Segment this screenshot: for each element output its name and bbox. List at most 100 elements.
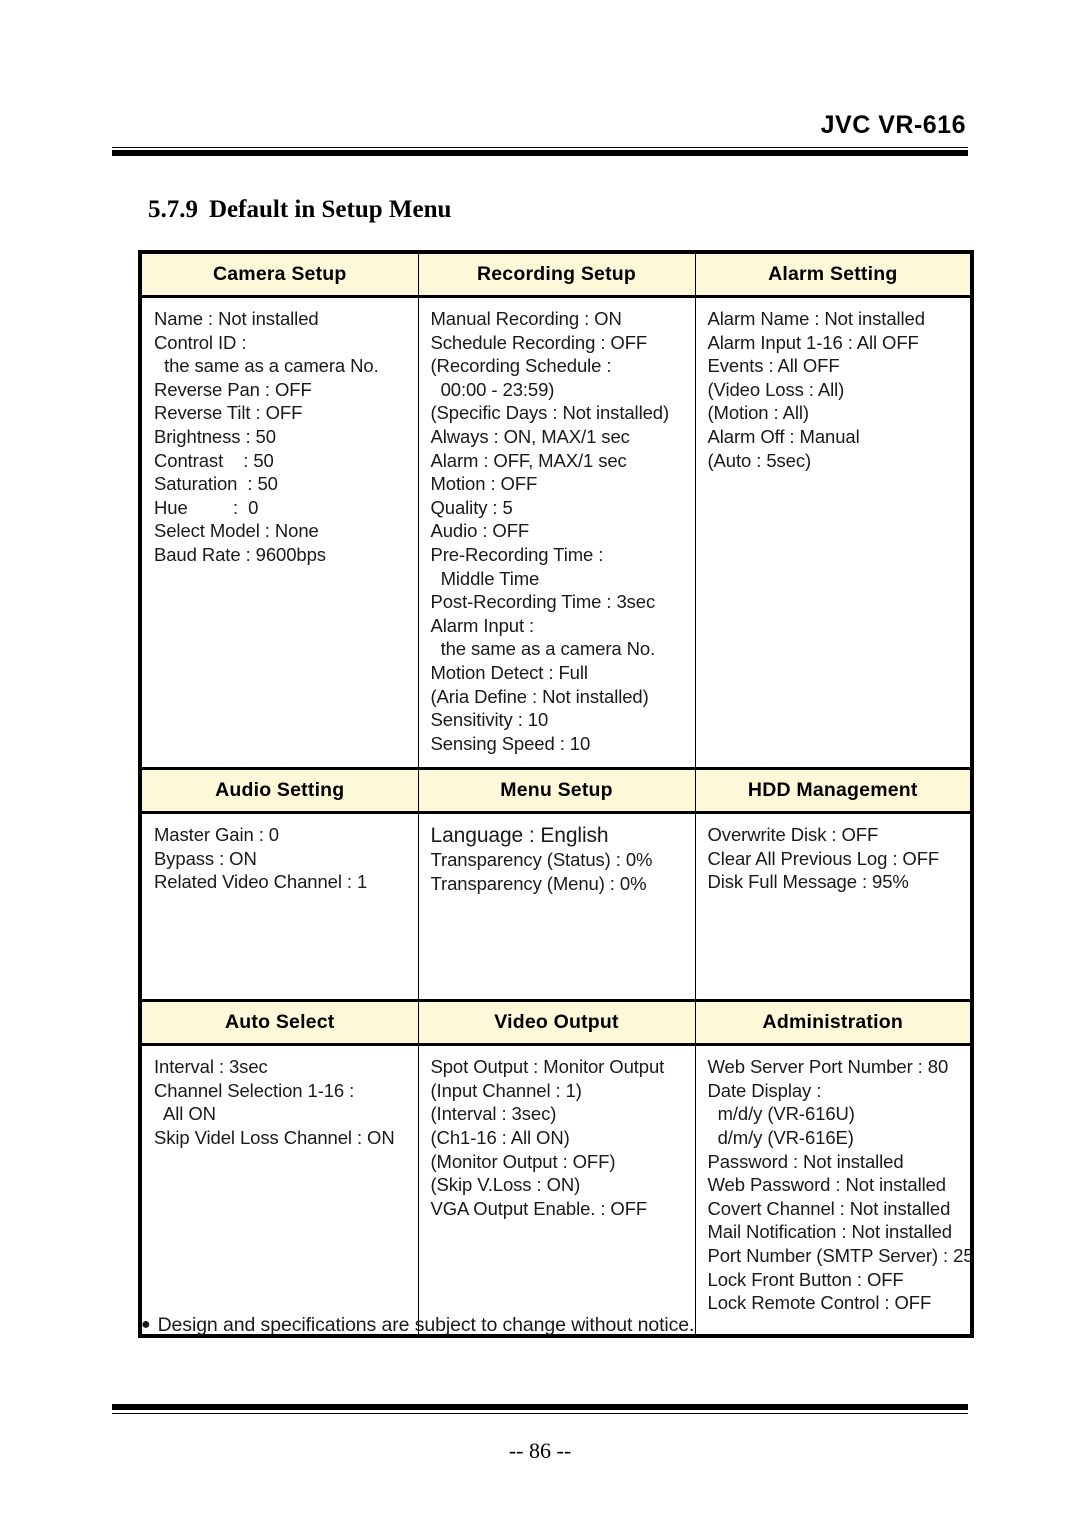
- setting-line: (Video Loss : All): [707, 378, 845, 400]
- column-header: Auto Select: [140, 999, 419, 1047]
- setting-line: Contrast : 50: [154, 449, 274, 471]
- setting-line: Alarm Name : Not installed: [707, 308, 926, 329]
- settings-list: Alarm Name : Not installed Alarm Input 1-…: [696, 298, 971, 484]
- settings-list: Language : English Transparency (Status) …: [419, 814, 695, 907]
- setting-line: Alarm : OFF, MAX/1 sec: [430, 449, 627, 471]
- setting-line: Manual Recording : ON: [430, 308, 622, 329]
- setting-line: Transparency (Menu) : 0%: [430, 872, 647, 894]
- setting-line: Sensitivity : 10: [430, 709, 549, 731]
- table-body-row: Master Gain : 0 Bypass : ON Related Video …: [140, 812, 972, 1001]
- setting-line: (Recording Schedule :: [430, 355, 612, 377]
- setting-line: Pre-Recording Time :: [430, 543, 604, 565]
- setting-line: Audio : OFF: [430, 520, 530, 542]
- setting-line: Clear All Previous Log : OFF: [707, 847, 940, 869]
- column-header: Video Output: [417, 999, 696, 1047]
- setting-line: Post-Recording Time : 3sec: [430, 591, 656, 613]
- document-footer: -- 86 --: [112, 1404, 968, 1464]
- column-header: Recording Setup: [417, 252, 696, 298]
- settings-list: Name : Not installed Control ID : the sam…: [142, 298, 418, 579]
- settings-cell: Manual Recording : ON Schedule Recording …: [417, 296, 696, 769]
- header-rule-thick: [112, 150, 968, 156]
- setting-line: Language : English: [430, 824, 609, 848]
- settings-list: Overwrite Disk : OFF Clear All Previous L…: [696, 814, 971, 906]
- setting-line: (Specific Days : Not installed): [430, 402, 670, 424]
- settings-list: Spot Output : Monitor Output (Input Chann…: [419, 1046, 695, 1232]
- column-header: Administration: [694, 999, 972, 1047]
- setting-line: Quality : 5: [430, 496, 513, 518]
- setting-line: Saturation : 50: [154, 473, 278, 495]
- setting-line: Schedule Recording : OFF: [430, 331, 648, 353]
- setting-line: Transparency (Status) : 0%: [430, 849, 653, 871]
- setting-line: (Skip V.Loss : ON): [430, 1174, 581, 1196]
- setting-line: Disk Full Message : 95%: [707, 871, 909, 893]
- setting-line: (Input Channel : 1): [430, 1079, 582, 1101]
- setting-line: Web Server Port Number : 80: [707, 1056, 949, 1078]
- setting-line: Reverse Pan : OFF: [154, 378, 312, 400]
- settings-list: Interval : 3sec Channel Selection 1-16 : …: [142, 1046, 418, 1161]
- default-setup-table: Camera Setup Recording Setup Alarm Setting…: [138, 250, 974, 1339]
- setting-line: Select Model : None: [154, 520, 319, 542]
- bullet-icon: ●: [141, 1316, 151, 1333]
- setting-line: (Interval : 3sec): [430, 1103, 557, 1125]
- setting-line: the same as a camera No.: [154, 355, 379, 377]
- table-body-row: Name : Not installed Control ID : the sam…: [140, 296, 972, 769]
- setting-line: the same as a camera No.: [430, 638, 656, 660]
- setting-line: Reverse Tilt : OFF: [154, 402, 303, 424]
- setting-line: Master Gain : 0: [154, 824, 279, 846]
- setting-line: Overwrite Disk : OFF: [707, 824, 879, 846]
- setting-line: Related Video Channel : 1: [154, 871, 368, 893]
- settings-list: Master Gain : 0 Bypass : ON Related Video …: [142, 814, 418, 906]
- setting-line: Bypass : ON: [154, 847, 257, 869]
- section-title: Default in Setup Menu: [209, 196, 452, 223]
- settings-cell: Overwrite Disk : OFF Clear All Previous L…: [694, 812, 972, 1001]
- setting-line: Alarm Input 1-16 : All OFF: [707, 331, 919, 353]
- setting-line: Sensing Speed : 10: [430, 732, 591, 754]
- setting-line: Events : All OFF: [707, 355, 840, 377]
- column-header: Camera Setup: [140, 252, 419, 298]
- settings-list: Web Server Port Number : 80 Date Display …: [696, 1046, 974, 1327]
- settings-cell: Language : English Transparency (Status) …: [417, 812, 696, 1001]
- setting-line: Baud Rate : 9600bps: [154, 543, 326, 565]
- footnote-text: Design and specifications are subject to…: [157, 1314, 695, 1336]
- setting-line: d/m/y (VR-616E): [707, 1127, 854, 1149]
- settings-cell: Alarm Name : Not installed Alarm Input 1-…: [694, 296, 972, 769]
- document-page: JVC VR-616 5.7.9 Default in Setup Menu Ca…: [0, 0, 1080, 1528]
- column-header: Audio Setting: [140, 767, 419, 815]
- settings-cell: Interval : 3sec Channel Selection 1-16 : …: [140, 1044, 419, 1337]
- document-header: JVC VR-616: [112, 111, 968, 156]
- setting-line: VGA Output Enable. : OFF: [430, 1197, 648, 1219]
- footnote: ● Design and specifications are subject t…: [141, 1314, 694, 1337]
- setting-line: Control ID :: [154, 331, 247, 353]
- setting-line: Hue : 0: [154, 496, 259, 518]
- table-header-row: Audio Setting Menu Setup HDD Management: [140, 767, 972, 815]
- section-heading: 5.7.9 Default in Setup Menu: [148, 196, 451, 224]
- footer-rule-thick: [112, 1404, 968, 1410]
- table-header-row: Camera Setup Recording Setup Alarm Setting: [140, 252, 972, 298]
- setting-line: Spot Output : Monitor Output: [430, 1056, 665, 1078]
- setting-line: (Motion : All): [707, 402, 810, 424]
- setting-line: Alarm Input :: [430, 614, 535, 636]
- setting-line: Mail Notification : Not installed: [707, 1221, 953, 1243]
- settings-cell: Name : Not installed Control ID : the sam…: [140, 296, 419, 769]
- setting-line: All ON: [154, 1103, 216, 1125]
- setting-line: 00:00 - 23:59): [430, 378, 555, 400]
- setting-line: Motion Detect : Full: [430, 661, 588, 683]
- setting-line: m/d/y (VR-616U): [707, 1103, 855, 1125]
- table-header-row: Auto Select Video Output Administration: [140, 999, 972, 1047]
- setting-line: Skip Videl Loss Channel : ON: [154, 1127, 395, 1149]
- setting-line: Password : Not installed: [707, 1150, 904, 1172]
- settings-cell: Master Gain : 0 Bypass : ON Related Video …: [140, 812, 419, 1001]
- setting-line: Motion : OFF: [430, 473, 538, 495]
- setting-line: (Ch1-16 : All ON): [430, 1127, 570, 1149]
- setting-line: (Auto : 5sec): [707, 449, 812, 471]
- setting-line: Always : ON, MAX/1 sec: [430, 425, 630, 447]
- setting-line: Name : Not installed: [154, 308, 319, 329]
- setting-line: (Monitor Output : OFF): [430, 1150, 616, 1172]
- settings-list: Manual Recording : ON Schedule Recording …: [419, 298, 695, 767]
- setting-line: Middle Time: [430, 567, 540, 589]
- header-product-title: JVC VR-616: [820, 111, 966, 139]
- footer-rule-thin: [112, 1412, 968, 1414]
- setting-line: Brightness : 50: [154, 425, 276, 447]
- section-number: 5.7.9: [148, 196, 198, 223]
- setting-line: Port Number (SMTP Server) : 25: [707, 1245, 974, 1267]
